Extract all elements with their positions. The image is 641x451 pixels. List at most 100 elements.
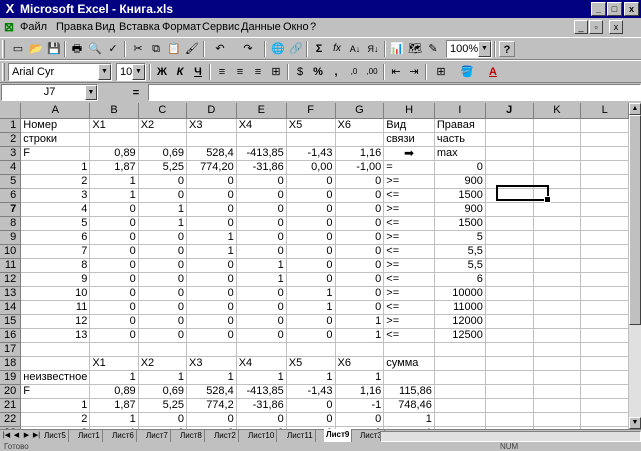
sheet-tab[interactable]: Лист10 bbox=[246, 430, 278, 442]
cell-g17[interactable] bbox=[335, 342, 385, 357]
cell-l4[interactable] bbox=[580, 160, 629, 175]
cell-k8[interactable] bbox=[533, 216, 582, 231]
row-header[interactable]: 18 bbox=[0, 356, 22, 371]
cell-j20[interactable] bbox=[485, 384, 534, 399]
cell-i19[interactable] bbox=[434, 370, 486, 385]
cell-j17[interactable] bbox=[485, 342, 534, 357]
cell-j22[interactable] bbox=[485, 412, 534, 427]
cell-l19[interactable] bbox=[580, 370, 629, 385]
cell-b16[interactable]: 0 bbox=[89, 328, 139, 343]
cell-i3[interactable]: max bbox=[434, 146, 486, 161]
cell-j18[interactable] bbox=[485, 356, 534, 371]
cell-b3[interactable]: 0,89 bbox=[89, 146, 139, 161]
print-icon[interactable]: 🖶 bbox=[69, 41, 85, 57]
cell-h14[interactable]: <= bbox=[383, 300, 435, 315]
cell-e22[interactable]: 0 bbox=[236, 412, 287, 427]
cell-e4[interactable]: -31,86 bbox=[236, 160, 287, 175]
open-icon[interactable]: 📂 bbox=[28, 41, 44, 57]
cell-k16[interactable] bbox=[533, 328, 582, 343]
cell-j2[interactable] bbox=[485, 132, 534, 147]
row-header[interactable]: 5 bbox=[0, 174, 22, 189]
cut-icon[interactable]: ✂ bbox=[130, 41, 146, 57]
map-icon[interactable]: 🗺 bbox=[407, 41, 423, 57]
column-header-h[interactable]: H bbox=[383, 103, 435, 119]
cell-c16[interactable]: 0 bbox=[138, 328, 188, 343]
chart-wizard-icon[interactable]: 📊 bbox=[389, 41, 405, 57]
column-header-g[interactable]: G bbox=[335, 103, 385, 119]
increase-decimal-icon[interactable]: ,0 bbox=[346, 64, 362, 80]
cell-h7[interactable]: >= bbox=[383, 202, 435, 217]
cell-h3[interactable]: ➡ bbox=[383, 146, 435, 161]
cell-l2[interactable] bbox=[580, 132, 629, 147]
cell-j10[interactable] bbox=[485, 244, 534, 259]
sheet-tab[interactable]: Лист1 bbox=[76, 430, 103, 442]
decrease-indent-icon[interactable]: ⇤ bbox=[388, 64, 404, 80]
cell-i18[interactable] bbox=[434, 356, 486, 371]
cell-l12[interactable] bbox=[580, 272, 629, 287]
cell-e12[interactable]: 1 bbox=[236, 272, 287, 287]
cell-l13[interactable] bbox=[580, 286, 629, 301]
column-header-a[interactable]: A bbox=[20, 103, 91, 119]
cell-table[interactable]: A B C D E F G H I J K L 1 Номер X1 X2 X3 X4 X5 X6 Вид Правая 2… bbox=[0, 103, 629, 429]
underline-button[interactable]: Ч bbox=[190, 64, 206, 80]
cell-k15[interactable] bbox=[533, 314, 582, 329]
cell-e16[interactable]: 0 bbox=[236, 328, 287, 343]
cell-b14[interactable]: 0 bbox=[89, 300, 139, 315]
cell-j11[interactable] bbox=[485, 258, 534, 273]
cell-d10[interactable]: 1 bbox=[186, 244, 237, 259]
cell-f20[interactable]: -1,43 bbox=[286, 384, 336, 399]
cell-b7[interactable]: 0 bbox=[89, 202, 139, 217]
cell-g6[interactable]: 0 bbox=[335, 188, 385, 203]
row-header[interactable]: 16 bbox=[0, 328, 22, 343]
cell-e18[interactable]: X4 bbox=[236, 356, 287, 371]
row-header[interactable]: 22 bbox=[0, 412, 22, 427]
cell-b8[interactable]: 0 bbox=[89, 216, 139, 231]
cell-g3[interactable]: 1,16 bbox=[335, 146, 385, 161]
cell-g2[interactable] bbox=[335, 132, 385, 147]
column-header-j[interactable]: J bbox=[485, 103, 534, 119]
chevron-down-icon[interactable]: ▼ bbox=[98, 64, 111, 80]
cell-l21[interactable] bbox=[580, 398, 629, 413]
row-header[interactable]: 10 bbox=[0, 244, 22, 259]
cell-e6[interactable]: 0 bbox=[236, 188, 287, 203]
cell-l22[interactable] bbox=[580, 412, 629, 427]
paste-icon[interactable]: 📋 bbox=[166, 41, 182, 57]
cell-a14[interactable]: 11 bbox=[20, 300, 91, 315]
maximize-button[interactable]: □ bbox=[607, 2, 622, 16]
cell-g19[interactable]: 1 bbox=[335, 370, 385, 385]
name-box[interactable]: J7 ▼ bbox=[1, 84, 98, 101]
cell-j4[interactable] bbox=[485, 160, 534, 175]
cell-l8[interactable] bbox=[580, 216, 629, 231]
prev-sheet-icon[interactable]: ◀ bbox=[12, 431, 21, 442]
cell-d3[interactable]: 528,4 bbox=[186, 146, 237, 161]
cell-i2[interactable]: часть bbox=[434, 132, 486, 147]
cell-f14[interactable]: 1 bbox=[286, 300, 336, 315]
font-name-select[interactable]: Arial Cyr ▼ bbox=[8, 63, 112, 81]
cell-i12[interactable]: 6 bbox=[434, 272, 486, 287]
zoom-select[interactable]: 100% ▼ bbox=[446, 40, 492, 58]
cell-d21[interactable]: 774,2 bbox=[186, 398, 237, 413]
cell-g22[interactable]: 0 bbox=[335, 412, 385, 427]
cell-h15[interactable]: >= bbox=[383, 314, 435, 329]
sheet-tab[interactable]: Лист9 bbox=[324, 429, 353, 442]
row-header[interactable]: 3 bbox=[0, 146, 22, 161]
print-preview-icon[interactable]: 🔍 bbox=[87, 41, 103, 57]
cell-f1[interactable]: X5 bbox=[286, 118, 336, 133]
cell-k18[interactable] bbox=[533, 356, 582, 371]
cell-f2[interactable] bbox=[286, 132, 336, 147]
column-header-c[interactable]: C bbox=[138, 103, 188, 119]
cell-b15[interactable]: 0 bbox=[89, 314, 139, 329]
row-header[interactable]: 17 bbox=[0, 342, 22, 357]
menu-data[interactable]: Данные bbox=[241, 20, 281, 35]
cell-l14[interactable] bbox=[580, 300, 629, 315]
cell-a7[interactable]: 4 bbox=[20, 202, 91, 217]
cell-a13[interactable]: 10 bbox=[20, 286, 91, 301]
cell-c22[interactable]: 0 bbox=[138, 412, 188, 427]
cell-a15[interactable]: 12 bbox=[20, 314, 91, 329]
cell-a5[interactable]: 2 bbox=[20, 174, 91, 189]
cell-e21[interactable]: -31,86 bbox=[236, 398, 287, 413]
cell-g20[interactable]: 1,16 bbox=[335, 384, 385, 399]
cell-l10[interactable] bbox=[580, 244, 629, 259]
menu-format[interactable]: Формат bbox=[162, 20, 201, 35]
currency-icon[interactable]: $ bbox=[292, 64, 308, 80]
